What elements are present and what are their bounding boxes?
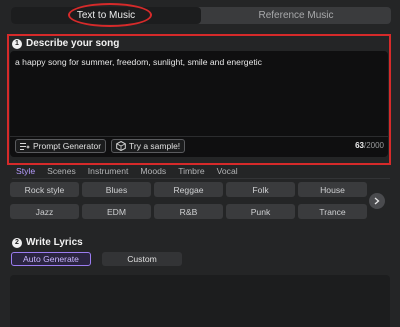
style-chip-folk[interactable]: Folk — [226, 182, 295, 197]
char-limit: /2000 — [363, 141, 384, 150]
step-number-badge: 1 — [12, 38, 22, 49]
auto-generate-button[interactable]: Auto Generate — [11, 252, 91, 266]
try-sample-button[interactable]: Try a sample! — [111, 139, 186, 153]
style-chip-rock[interactable]: Rock style — [10, 182, 79, 197]
style-chip-jazz[interactable]: Jazz — [10, 204, 79, 219]
music-generator-panel: Text to Music Reference Music 1 Describe… — [0, 0, 400, 327]
prompt-generator-label: Prompt Generator — [33, 141, 102, 151]
style-chip-house[interactable]: House — [298, 182, 367, 197]
char-counter: 63/2000 — [355, 141, 384, 150]
style-chip-punk[interactable]: Punk — [226, 204, 295, 219]
char-count: 63 — [355, 141, 364, 150]
prompt-generator-button[interactable]: Prompt Generator — [15, 139, 107, 153]
step-number-badge: 2 — [12, 237, 22, 248]
style-chip-rnb[interactable]: R&B — [154, 204, 223, 219]
lyrics-title: Write Lyrics — [26, 237, 83, 248]
tab-bar-divider — [12, 178, 390, 179]
tab-reference-music[interactable]: Reference Music — [201, 7, 391, 24]
list-sparkle-icon — [20, 142, 30, 151]
style-chip-blues[interactable]: Blues — [82, 182, 151, 197]
prompt-text[interactable]: a happy song for summer, freedom, sunlig… — [15, 57, 375, 68]
style-chip-edm[interactable]: EDM — [82, 204, 151, 219]
prompt-textarea[interactable]: a happy song for summer, freedom, sunlig… — [10, 51, 388, 157]
style-chip-trance[interactable]: Trance — [298, 204, 367, 219]
mode-toggle: Text to Music Reference Music — [11, 7, 391, 24]
prompt-divider — [10, 136, 388, 137]
custom-lyrics-button[interactable]: Custom — [102, 252, 182, 266]
chevron-right-icon — [374, 192, 380, 210]
describe-heading: 1 Describe your song — [12, 38, 119, 49]
style-chip-reggae[interactable]: Reggae — [154, 182, 223, 197]
lyrics-area — [10, 275, 390, 327]
lyrics-heading: 2 Write Lyrics — [12, 237, 83, 248]
describe-title: Describe your song — [26, 38, 120, 49]
next-styles-button[interactable] — [369, 193, 385, 209]
tab-text-to-music[interactable]: Text to Music — [11, 7, 201, 24]
try-sample-label: Try a sample! — [129, 141, 181, 151]
dice-icon — [116, 141, 126, 151]
